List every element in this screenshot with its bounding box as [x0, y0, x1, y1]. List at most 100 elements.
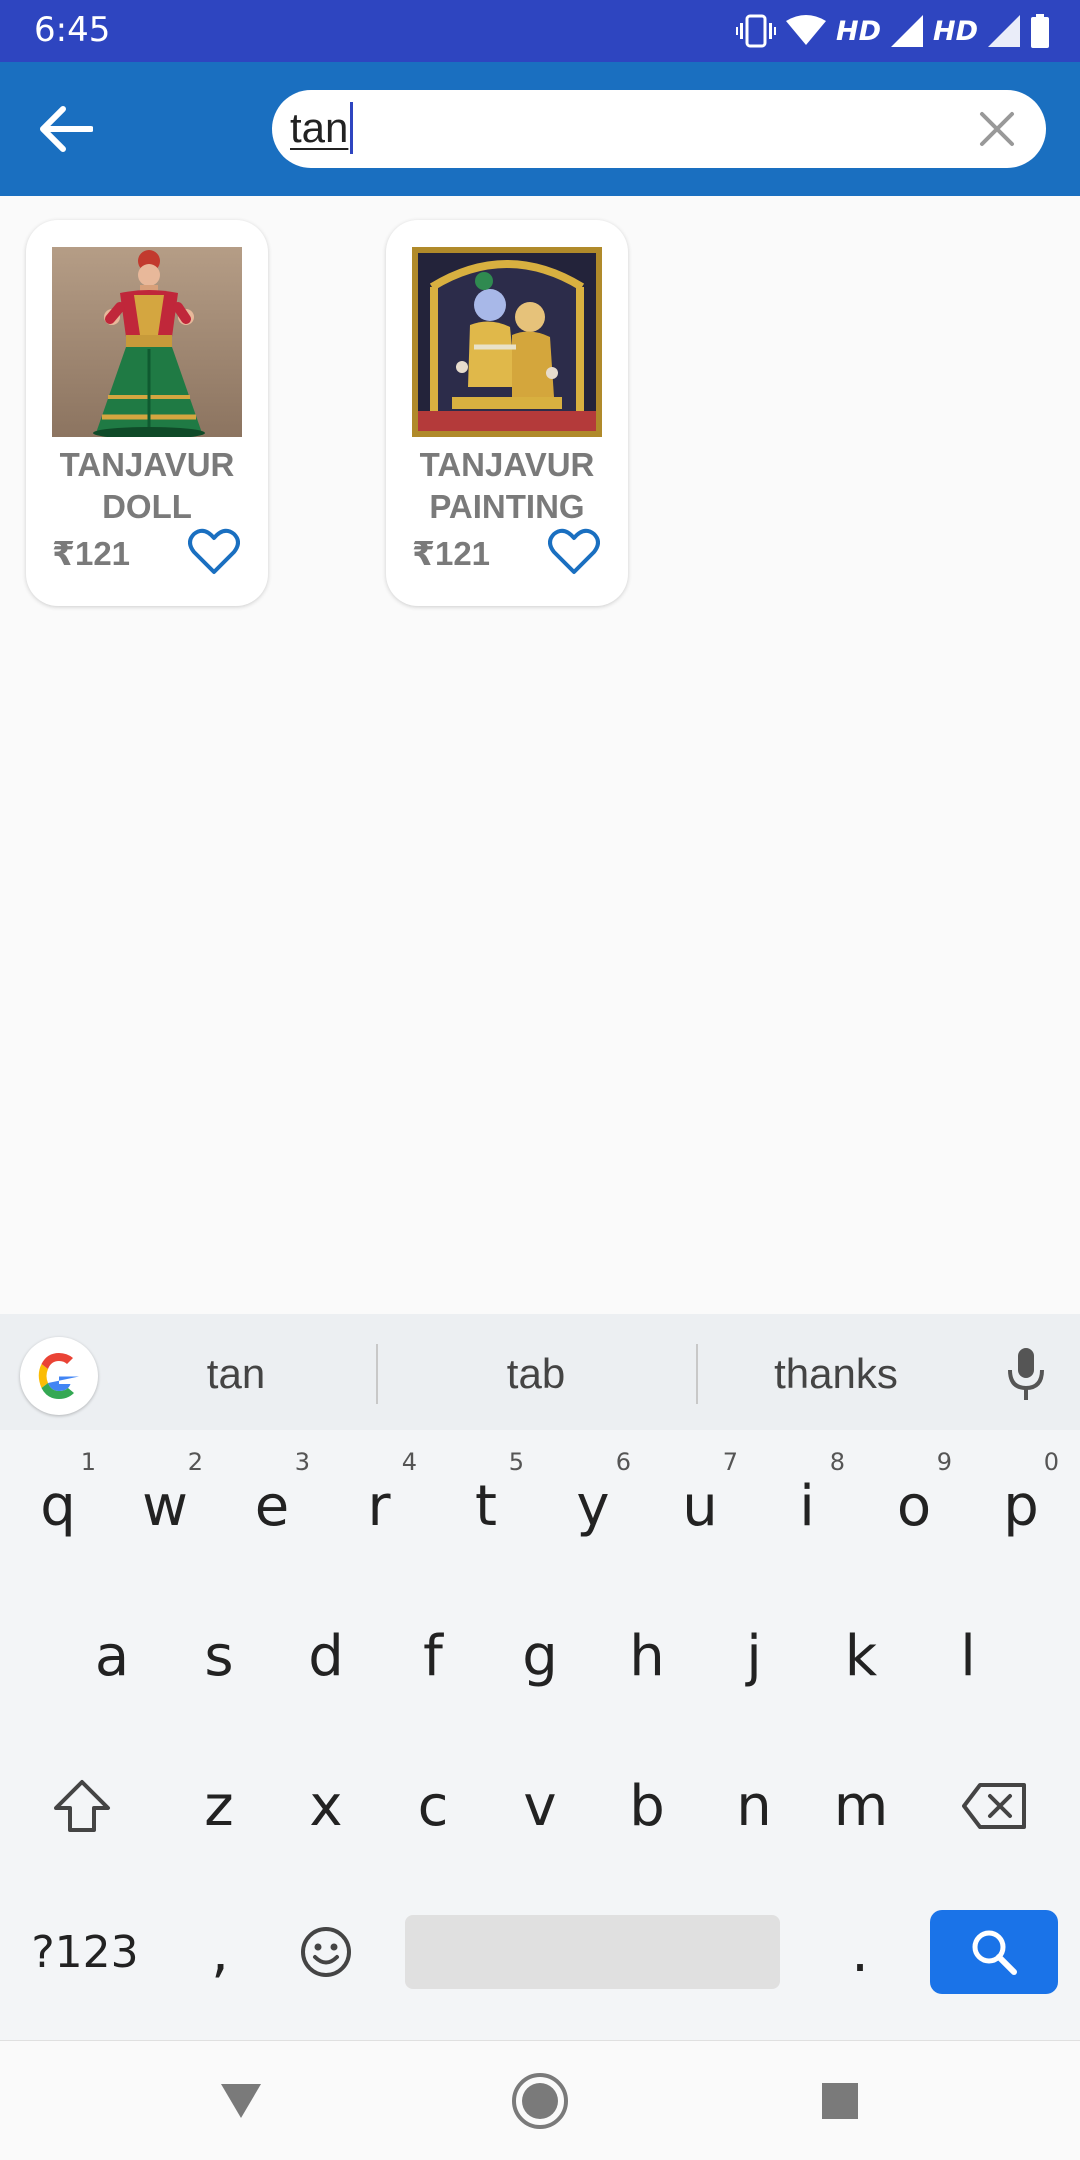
comma-key[interactable]: , [168, 1892, 272, 2012]
key-hint: 8 [829, 1448, 845, 1476]
key-hint: 4 [401, 1448, 417, 1476]
key-p[interactable]: p0 [969, 1446, 1073, 1566]
suggestion-item[interactable]: tab [406, 1350, 666, 1398]
key-label: w [142, 1473, 188, 1539]
key-g[interactable]: g [488, 1596, 592, 1716]
search-icon [972, 1930, 1017, 1975]
circle-home-icon [512, 2073, 568, 2129]
key-label: u [682, 1473, 718, 1539]
key-label: e [254, 1473, 290, 1539]
key-c[interactable]: c [381, 1746, 485, 1866]
key-m[interactable]: m [809, 1746, 913, 1866]
signal-icon [988, 15, 1020, 47]
key-label: o [896, 1473, 932, 1539]
key-label: q [40, 1473, 76, 1539]
google-button[interactable] [20, 1337, 98, 1415]
period-key[interactable]: . [808, 1892, 912, 2012]
status-bar: 6:45 HD HD [0, 0, 1080, 62]
key-r[interactable]: r4 [327, 1446, 431, 1566]
key-f[interactable]: f [381, 1596, 485, 1716]
status-icons: HD HD [735, 10, 1050, 52]
back-button[interactable] [24, 88, 106, 170]
backspace-icon [962, 1783, 1026, 1829]
doll-image [52, 247, 242, 437]
key-label: y [576, 1473, 610, 1539]
key-o[interactable]: o9 [862, 1446, 966, 1566]
key-hint: 7 [722, 1448, 738, 1476]
key-d[interactable]: d [274, 1596, 378, 1716]
vibrate-icon [735, 14, 776, 48]
product-image[interactable] [412, 247, 602, 437]
favorite-button[interactable] [188, 528, 240, 576]
arrow-back-icon [40, 106, 93, 152]
product-card[interactable]: TANJAVUR DOLL ₹121 [26, 220, 268, 606]
key-h[interactable]: h [595, 1596, 699, 1716]
key-hint: 2 [187, 1448, 203, 1476]
space-key[interactable] [405, 1915, 780, 1989]
product-image[interactable] [52, 247, 242, 437]
key-q[interactable]: q1 [6, 1446, 110, 1566]
key-hint: 3 [294, 1448, 310, 1476]
search-input-value: tan [290, 104, 349, 151]
google-g-icon [38, 1353, 79, 1399]
shift-icon [54, 1780, 110, 1832]
suggestion-divider [376, 1344, 378, 1404]
clear-search-button[interactable] [972, 104, 1022, 154]
painting-image [412, 247, 602, 437]
emoji-key[interactable] [274, 1892, 378, 2012]
key-y[interactable]: y6 [541, 1446, 645, 1566]
keyboard-search-button[interactable] [930, 1910, 1058, 1994]
suggestion-item[interactable]: tan [106, 1350, 366, 1398]
suggestion-divider [696, 1344, 698, 1404]
triangle-back-icon [221, 2084, 261, 2118]
signal-icon [890, 15, 923, 47]
key-w[interactable]: w2 [113, 1446, 217, 1566]
key-hint: 5 [508, 1448, 524, 1476]
key-i[interactable]: i8 [755, 1446, 859, 1566]
network-type-label: HD [835, 15, 881, 47]
key-x[interactable]: x [274, 1746, 378, 1866]
product-name-line: DOLL [102, 488, 192, 525]
key-s[interactable]: s [167, 1596, 271, 1716]
key-u[interactable]: u7 [648, 1446, 752, 1566]
key-z[interactable]: z [167, 1746, 271, 1866]
key-j[interactable]: j [702, 1596, 806, 1716]
key-hint: 6 [615, 1448, 631, 1476]
key-hint: 1 [80, 1448, 96, 1476]
key-l[interactable]: l [916, 1596, 1020, 1716]
key-b[interactable]: b [595, 1746, 699, 1866]
symbols-key[interactable]: ?123 [20, 1892, 150, 2012]
product-name-line: PAINTING [429, 488, 585, 525]
key-hint: 0 [1043, 1448, 1059, 1476]
backspace-key[interactable] [942, 1746, 1046, 1866]
key-a[interactable]: a [60, 1596, 164, 1716]
product-name-line: TANJAVUR [59, 446, 235, 483]
text-cursor [350, 102, 353, 154]
key-e[interactable]: e3 [220, 1446, 324, 1566]
suggestion-item[interactable]: thanks [706, 1350, 966, 1398]
app-bar: tan [0, 62, 1080, 196]
nav-recents-button[interactable] [804, 2065, 876, 2137]
key-k[interactable]: k [809, 1596, 913, 1716]
keyboard-suggestion-bar: tan tab thanks [0, 1314, 1080, 1430]
shift-key[interactable] [30, 1746, 134, 1866]
search-input[interactable]: tan [272, 90, 1046, 168]
favorite-button[interactable] [548, 528, 600, 576]
key-label: p [1003, 1473, 1039, 1539]
product-price: ₹121 [412, 535, 491, 572]
key-n[interactable]: n [702, 1746, 806, 1866]
key-v[interactable]: v [488, 1746, 592, 1866]
key-hint: 9 [936, 1448, 952, 1476]
product-card[interactable]: TANJAVUR PAINTING ₹121 [386, 220, 628, 606]
nav-back-button[interactable] [205, 2065, 277, 2137]
product-name: TANJAVUR DOLL [26, 444, 268, 528]
keyboard: q1 w2 e3 r4 t5 y6 u7 i8 o9 p0 a s d f g … [0, 1430, 1080, 2040]
voice-input-button[interactable] [1002, 1346, 1050, 1402]
nav-home-button[interactable] [504, 2065, 576, 2137]
product-price: ₹121 [52, 535, 131, 572]
navigation-bar [0, 2040, 1080, 2160]
heart-outline-icon [188, 528, 240, 574]
key-label: i [799, 1473, 815, 1539]
emoji-icon [301, 1927, 351, 1977]
key-t[interactable]: t5 [434, 1446, 538, 1566]
